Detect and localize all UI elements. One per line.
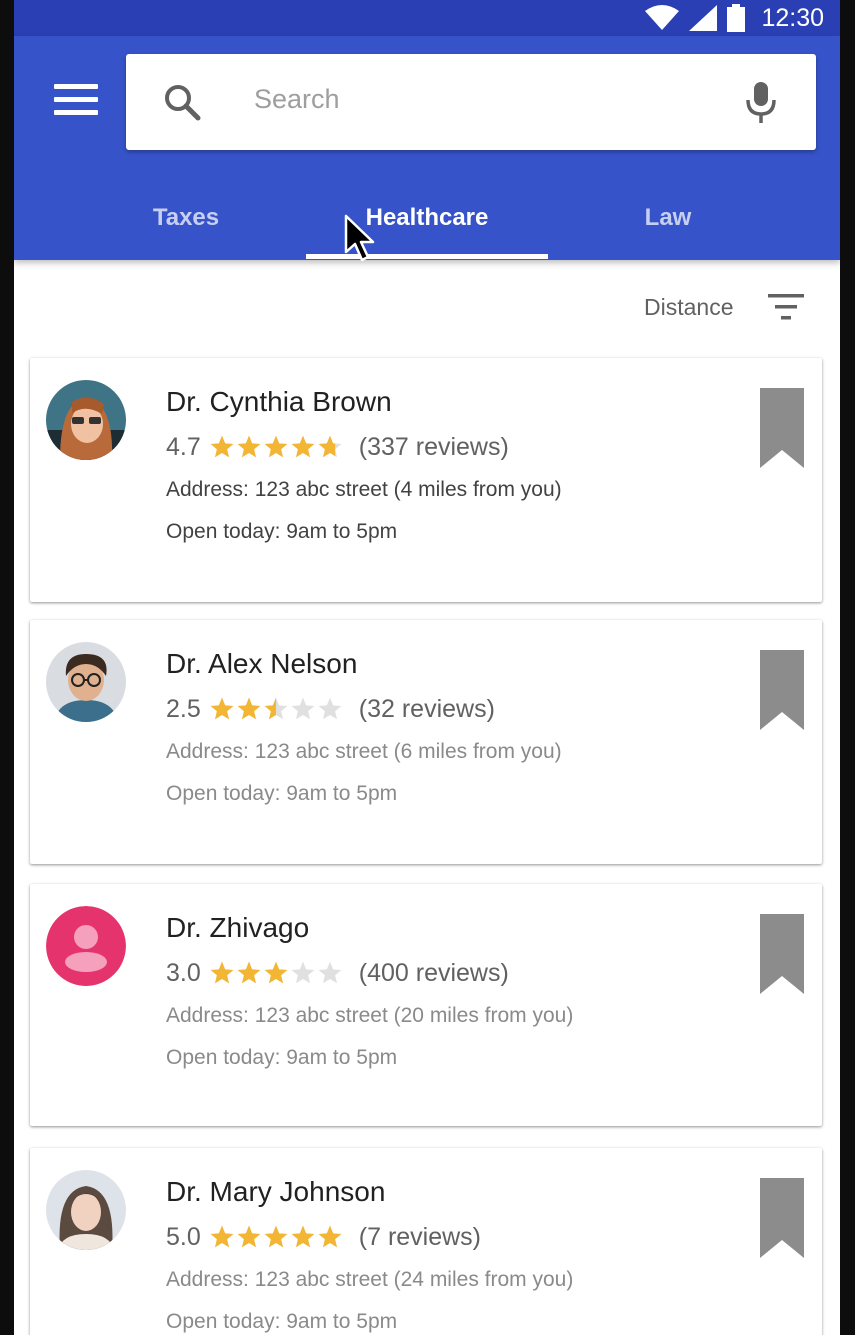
star-icon <box>210 961 234 984</box>
star-icon <box>264 435 288 458</box>
wifi-icon <box>645 5 680 30</box>
star-icon <box>291 697 315 720</box>
filter-icon[interactable] <box>766 290 806 324</box>
star-icon <box>318 1225 342 1248</box>
rating-row: 5.0 (7 reviews) <box>166 1220 481 1254</box>
doctor-name: Dr. Zhivago <box>166 912 310 943</box>
doctor-card[interactable]: Dr. Zhivago 3.0 (400 reviews) Address: 1… <box>30 884 822 1126</box>
status-bar: 12:30 <box>14 0 840 36</box>
doctor-name: Dr. Alex Nelson <box>166 648 358 679</box>
woman-photo-avatar-icon <box>46 1170 126 1250</box>
bookmark-icon[interactable] <box>760 914 804 994</box>
address-text: Address: 123 abc street (4 miles from yo… <box>166 478 562 501</box>
doctor-name: Dr. Mary Johnson <box>166 1176 386 1207</box>
search-bar[interactable]: Search <box>126 54 816 150</box>
star-icon <box>291 435 315 458</box>
man-glasses-photo-avatar-icon <box>46 642 126 722</box>
tab-law[interactable]: Law <box>548 176 788 260</box>
mouse-cursor-icon <box>344 214 375 262</box>
avatar <box>46 642 126 722</box>
rating-row: 3.0 (400 reviews) <box>166 956 509 990</box>
avatar <box>46 1170 126 1250</box>
rating-value: 4.7 <box>166 432 201 461</box>
avatar <box>46 380 126 460</box>
hours-text: Open today: 9am to 5pm <box>166 520 398 543</box>
star-icon <box>237 697 261 720</box>
person-icon <box>46 906 126 986</box>
review-count[interactable]: (32 reviews) <box>359 695 495 724</box>
battery-icon <box>727 4 746 32</box>
star-icon <box>318 697 342 720</box>
rating-row: 4.7 (337 reviews) <box>166 430 509 464</box>
star-icon <box>264 1225 288 1248</box>
star-icon <box>291 961 315 984</box>
star-icon <box>237 435 261 458</box>
star-icon <box>318 435 342 458</box>
bookmark-icon[interactable] <box>760 650 804 730</box>
status-time: 12:30 <box>761 3 824 32</box>
app-screen: 12:30 Search Taxes Healthcare Law Distan… <box>14 0 840 1335</box>
category-tabs: Taxes Healthcare Law <box>14 176 840 260</box>
sort-label[interactable]: Distance <box>644 294 733 321</box>
doctor-card[interactable]: Dr. Cynthia Brown 4.7 (337 reviews) Addr… <box>30 358 822 602</box>
bookmark-icon[interactable] <box>760 1178 804 1258</box>
star-icon <box>210 1225 234 1248</box>
doctor-name: Dr. Cynthia Brown <box>166 386 392 417</box>
rating-value: 2.5 <box>166 694 201 723</box>
woman-redhead-photo-avatar-icon <box>46 380 126 460</box>
star-icon <box>318 961 342 984</box>
star-rating <box>209 1224 343 1250</box>
status-icons: 12:30 <box>645 0 824 36</box>
star-rating <box>209 960 343 986</box>
search-icon <box>165 85 201 121</box>
search-input[interactable]: Search <box>254 84 340 115</box>
microphone-icon[interactable] <box>744 80 778 124</box>
star-rating <box>209 434 343 460</box>
address-text: Address: 123 abc street (20 miles from y… <box>166 1004 574 1027</box>
star-icon <box>264 697 288 720</box>
star-icon <box>237 961 261 984</box>
tab-healthcare[interactable]: Healthcare <box>306 176 548 260</box>
star-rating <box>209 696 343 722</box>
tab-indicator <box>306 254 548 259</box>
bookmark-icon[interactable] <box>760 388 804 468</box>
address-text: Address: 123 abc street (6 miles from yo… <box>166 740 562 763</box>
star-icon <box>264 961 288 984</box>
rating-value: 3.0 <box>166 958 201 987</box>
address-text: Address: 123 abc street (24 miles from y… <box>166 1268 574 1291</box>
review-count[interactable]: (400 reviews) <box>359 959 509 988</box>
hours-text: Open today: 9am to 5pm <box>166 1310 398 1333</box>
menu-icon[interactable] <box>54 84 98 116</box>
avatar <box>46 906 126 986</box>
star-icon <box>210 435 234 458</box>
review-count[interactable]: (337 reviews) <box>359 433 509 462</box>
app-bar: Search Taxes Healthcare Law <box>14 36 840 260</box>
rating-value: 5.0 <box>166 1222 201 1251</box>
doctor-card[interactable]: Dr. Alex Nelson 2.5 (32 reviews) Address… <box>30 620 822 864</box>
cell-signal-icon <box>689 5 718 31</box>
sort-row: Distance <box>14 262 840 352</box>
review-count[interactable]: (7 reviews) <box>359 1223 481 1252</box>
tab-taxes[interactable]: Taxes <box>66 176 306 260</box>
star-icon <box>210 697 234 720</box>
rating-row: 2.5 (32 reviews) <box>166 692 495 726</box>
hours-text: Open today: 9am to 5pm <box>166 1046 398 1069</box>
doctor-card[interactable]: Dr. Mary Johnson 5.0 (7 reviews) Address… <box>30 1148 822 1335</box>
star-icon <box>237 1225 261 1248</box>
star-icon <box>291 1225 315 1248</box>
hours-text: Open today: 9am to 5pm <box>166 782 398 805</box>
